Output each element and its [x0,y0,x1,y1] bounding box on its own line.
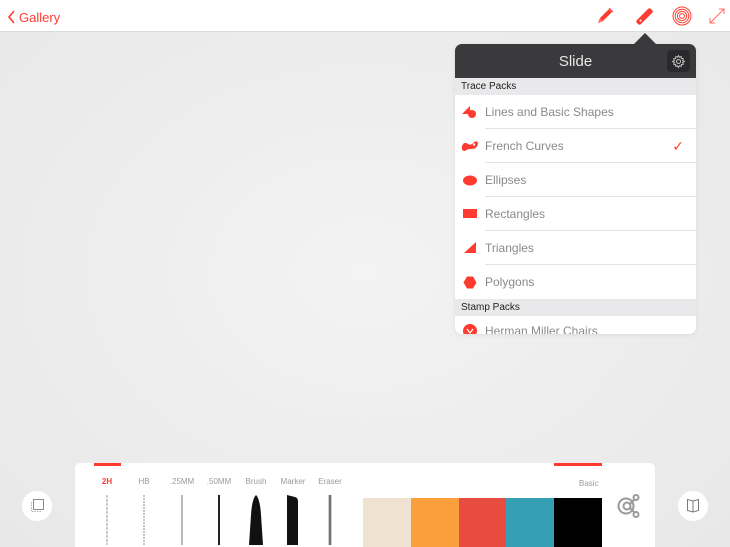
back-label: Gallery [19,9,61,25]
rectangle-icon [463,209,477,218]
chevron-left-icon [7,10,15,24]
list-item-lines-and-basic-shapes[interactable]: Lines and Basic Shapes [455,95,696,129]
section-header-trace-packs: Trace Packs [455,78,696,95]
gear-icon [671,54,686,68]
marker-stroke-icon [287,495,298,545]
popover-title: Slide [558,52,593,70]
item-label: Lines and Basic Shapes [485,105,614,119]
slide-popover: Slide Trace Packs Lines and Basic Shapes… [455,44,696,334]
checkmark-icon: ✓ [672,138,684,154]
color-swatch[interactable] [506,498,554,547]
back-to-gallery-button[interactable]: Gallery [6,8,60,26]
tool-hb-pencil[interactable]: HB [124,477,164,545]
concentric-circles-icon [672,6,692,26]
item-label: Triangles [485,241,534,255]
list-item-rectangles[interactable]: Rectangles [455,197,696,231]
french-curve-icon [461,141,478,151]
tool-2h-pencil[interactable]: 2H [87,477,127,545]
tool-label: Eraser [318,477,342,486]
tool-label: HB [138,477,150,486]
tool-label: Marker [280,477,306,486]
expand-icon [709,8,725,24]
shapes-icon [462,106,476,118]
settings-button[interactable] [667,50,690,72]
triangle-icon [464,242,476,253]
tool-panel: 2H HB .25MM .50MM Brush Marker Eraser Ba… [75,463,655,547]
top-bar: Gallery [0,0,730,32]
journal-button[interactable] [678,491,708,521]
active-tool-indicator [94,463,121,466]
concentric-tool-button[interactable] [671,5,693,27]
pencil-tool-button[interactable] [594,5,616,27]
025mm-stroke-icon [181,495,183,545]
item-label: French Curves [485,139,564,153]
color-swatch[interactable] [554,498,602,547]
eraser-stroke-icon [328,495,332,545]
item-label: Herman Miller Chairs [485,324,598,334]
color-swatch[interactable] [363,498,411,547]
section-header-stamp-packs: Stamp Packs [455,299,696,316]
2h-stroke-icon [106,495,108,545]
list-item-triangles[interactable]: Triangles [455,231,696,265]
tool-marker[interactable]: Marker [273,477,313,545]
polygon-icon [463,276,477,288]
layers-icon [31,499,44,512]
color-swatch[interactable] [459,498,507,547]
list-item-polygons[interactable]: Polygons [455,265,696,299]
tool-label: 2H [101,477,113,486]
list-item-french-curves[interactable]: French Curves ✓ [455,129,696,163]
layers-button[interactable] [22,491,52,521]
popover-arrow [634,33,656,44]
list-item-herman-miller-chairs[interactable]: Herman Miller Chairs [455,316,696,334]
brush-stroke-icon [249,495,263,545]
tool-050mm-pen[interactable]: .50MM [199,477,239,545]
hb-stroke-icon [143,495,145,545]
tool-eraser[interactable]: Eraser [310,477,350,545]
tool-label: Brush [245,477,267,486]
chair-stamp-icon [463,324,477,334]
tool-025mm-pen[interactable]: .25MM [162,477,202,545]
ellipse-icon [463,175,477,185]
050mm-stroke-icon [218,495,220,545]
ruler-tool-button[interactable] [634,5,656,27]
color-swatch[interactable] [411,498,459,547]
active-palette-indicator [554,463,602,466]
popover-header: Slide [455,44,696,78]
tool-brush[interactable]: Brush [236,477,276,545]
item-label: Ellipses [485,173,527,187]
palette-name: Basic [579,479,599,488]
color-mixer-icon [617,494,640,518]
book-icon [687,498,699,513]
color-mixer-button[interactable] [616,493,642,519]
item-label: Polygons [485,275,535,289]
tool-label: .25MM [169,477,195,486]
pencil-icon [598,7,614,23]
fullscreen-button[interactable] [706,5,728,27]
ruler-icon [636,8,653,25]
item-label: Rectangles [485,207,546,221]
tool-label: .50MM [206,477,232,486]
list-item-ellipses[interactable]: Ellipses [455,163,696,197]
